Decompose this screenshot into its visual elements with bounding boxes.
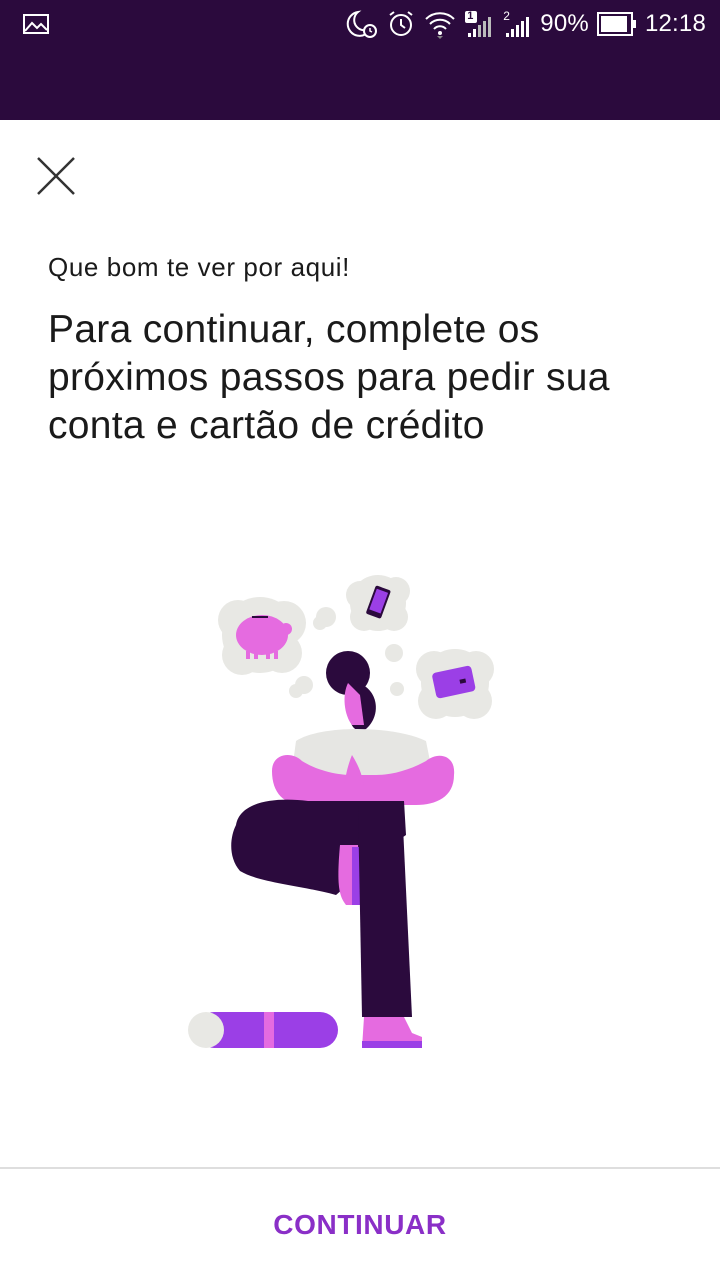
battery-percent: 90% [540, 10, 589, 37]
clock-time: 12:18 [644, 10, 706, 37]
sim2-badge: 2 [503, 9, 510, 23]
sim1-badge: 1 [467, 10, 474, 22]
continue-button[interactable]: CONTINUAR [0, 1169, 720, 1280]
signal-sim2-icon: 2 [502, 9, 532, 39]
alarm-clock-icon [386, 9, 416, 39]
close-icon [37, 157, 75, 195]
yoga-person-illustration [188, 575, 494, 1048]
header-band [0, 48, 720, 120]
do-not-disturb-icon [344, 9, 378, 39]
wifi-icon [424, 9, 456, 39]
greeting-text: Que bom te ver por aqui! [48, 252, 350, 282]
status-icons: 1 2 90% 12:18 [344, 0, 706, 48]
status-bar: 1 2 90% 12:18 [0, 0, 720, 48]
yoga-mat [188, 1012, 338, 1048]
person-figure [231, 651, 455, 1048]
signal-sim1-icon: 1 [464, 9, 494, 39]
page-title: Para continuar, complete os próximos pas… [48, 308, 610, 447]
battery-icon [596, 11, 637, 37]
image-icon [22, 12, 50, 36]
close-button[interactable] [26, 146, 86, 206]
